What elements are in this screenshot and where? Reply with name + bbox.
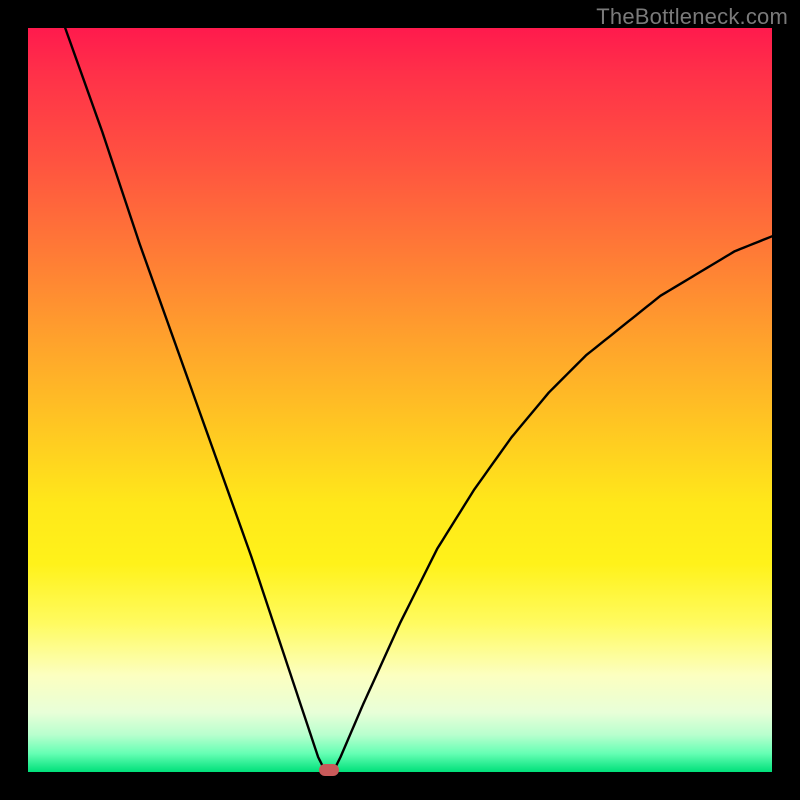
chart-frame: TheBottleneck.com bbox=[0, 0, 800, 800]
plot-area bbox=[28, 28, 772, 772]
watermark-text: TheBottleneck.com bbox=[596, 4, 788, 30]
bottleneck-curve bbox=[28, 28, 772, 772]
optimal-point-marker bbox=[319, 764, 339, 776]
